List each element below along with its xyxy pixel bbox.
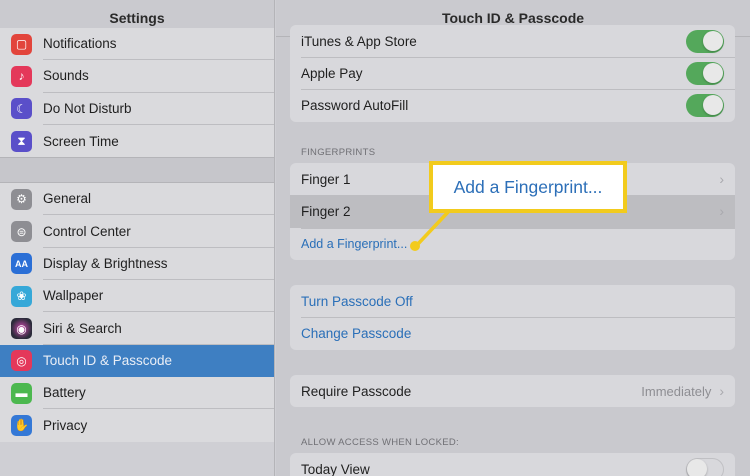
add-fingerprint-callout: Add a Fingerprint... — [429, 161, 627, 213]
callout-pointer — [410, 208, 452, 251]
callout-text: Add a Fingerprint... — [453, 176, 603, 197]
